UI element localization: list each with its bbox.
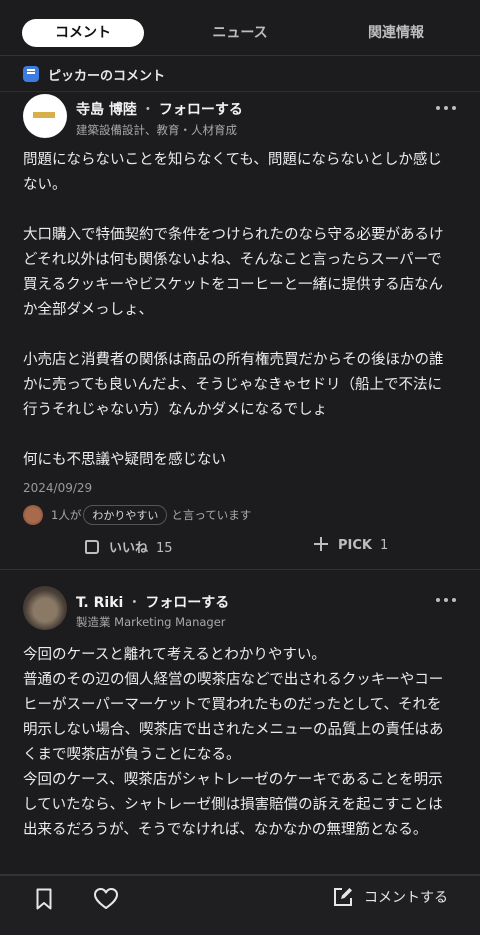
comment-paragraph: 今回のケース、喫茶店がシャトレーゼのケーキであることを明示していたなら、シャトレ… <box>23 772 443 838</box>
comment-paragraph: 小売店と消費者の関係は商品の所有権売買だからその後ほかの誰かに売っても良いんだよ… <box>23 352 444 418</box>
comment-paragraph: 大口購入で特価契約で条件をつけられたのなら守る必要があるけどそれ以外は何も関係な… <box>23 227 444 318</box>
write-comment-button[interactable]: コメントする <box>332 886 448 912</box>
like-count: 15 <box>156 541 173 556</box>
thumbs-up-icon <box>85 540 99 554</box>
follow-button[interactable]: フォローする <box>145 595 229 611</box>
comment-body: 今回のケースと離れて考えるとわかりやすい。 普通のその辺の個人経営の喫茶店などで… <box>23 643 455 843</box>
like-label: いいね <box>109 541 149 556</box>
author-name[interactable]: 寺島 博陸 <box>76 102 137 118</box>
comment-card: 寺島 博陸・フォローする 建築設備設計、教育・人材育成 問題にならないことを知ら… <box>0 92 480 570</box>
like-button[interactable]: いいね 15 <box>85 537 173 559</box>
tab-related-info[interactable]: 関連情報 <box>336 19 456 47</box>
write-comment-label: コメントする <box>364 890 448 906</box>
comment-date: 2024/09/29 <box>23 481 93 495</box>
pick-count: 1 <box>379 538 389 553</box>
author-line: 寺島 博陸・フォローする <box>76 102 243 118</box>
edit-icon <box>334 888 352 906</box>
pick-button[interactable]: PICK 1 <box>314 537 388 559</box>
section-title: ピッカーのコメント <box>48 69 166 84</box>
reaction-summary[interactable]: 1人が わかりやすい と言っています <box>23 504 251 526</box>
more-options-icon[interactable] <box>436 106 456 112</box>
author-line: T. Riki ・フォローする <box>76 595 230 611</box>
bottom-toolbar: コメントする <box>0 875 480 935</box>
liker-avatar <box>23 504 43 525</box>
pick-label: PICK <box>338 538 372 553</box>
author-title: 製造業 Marketing Manager <box>76 615 226 629</box>
bookmark-icon[interactable] <box>36 888 52 910</box>
avatar[interactable] <box>23 94 67 138</box>
heart-icon[interactable] <box>93 887 119 911</box>
avatar[interactable] <box>23 586 67 630</box>
comment-bubble-icon <box>23 66 39 82</box>
tab-bar: コメント ニュース 関連情報 <box>0 0 480 56</box>
more-options-icon[interactable] <box>436 598 456 604</box>
comment-paragraph: 何にも不思議や疑問を感じない <box>23 452 226 468</box>
reaction-suffix: と言っています <box>171 507 252 522</box>
comment-paragraph: 問題にならないことを知らなくても、問題にならないとしか感じない。 <box>23 152 442 193</box>
tab-news[interactable]: ニュース <box>180 19 300 47</box>
section-header: ピッカーのコメント <box>0 56 480 92</box>
comment-card: T. Riki ・フォローする 製造業 Marketing Manager 今回の… <box>0 570 480 875</box>
reaction-prefix: 1人が <box>51 507 82 522</box>
author-name[interactable]: T. Riki <box>76 595 123 611</box>
comment-body: 問題にならないことを知らなくても、問題にならないとしか感じない。 大口購入で特価… <box>23 148 455 473</box>
author-title: 建築設備設計、教育・人材育成 <box>76 123 237 137</box>
tab-comments[interactable]: コメント <box>22 19 144 47</box>
plus-icon <box>314 537 328 551</box>
reaction-chip: わかりやすい <box>83 504 168 525</box>
comment-paragraph: 普通のその辺の個人経営の喫茶店などで出されるクッキーやコーヒーがスーパーマーケッ… <box>23 672 444 763</box>
follow-button[interactable]: フォローする <box>159 102 243 118</box>
comment-paragraph: 今回のケースと離れて考えるとわかりやすい。 <box>23 647 326 663</box>
